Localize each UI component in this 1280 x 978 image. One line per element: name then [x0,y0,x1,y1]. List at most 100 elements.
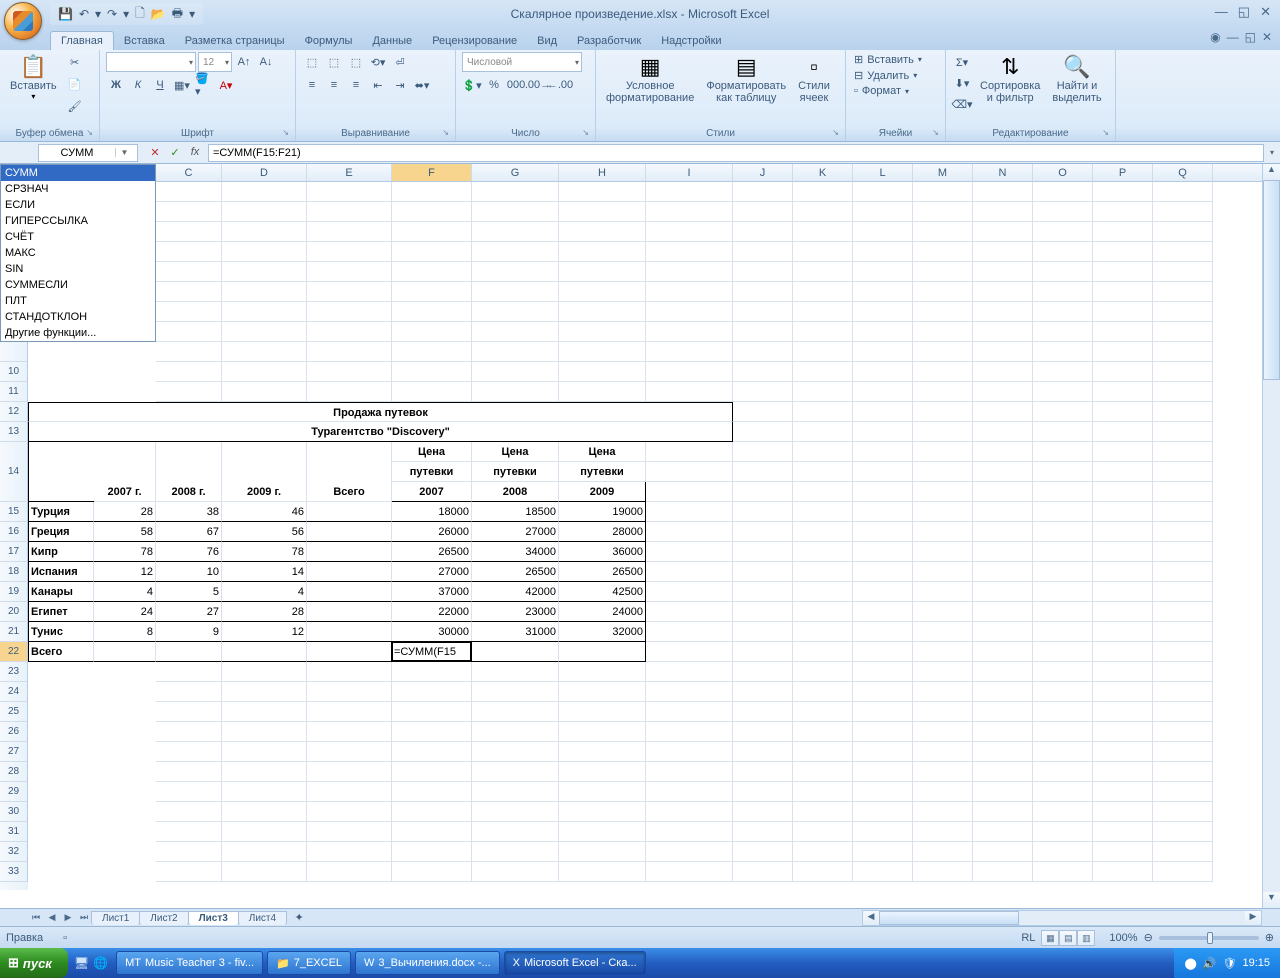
cell[interactable] [307,322,392,342]
cell[interactable] [973,562,1033,582]
row-29[interactable]: 29 [0,782,28,802]
row-11[interactable]: 11 [0,382,28,402]
align-top-icon[interactable]: ⬚ [302,52,322,72]
cell[interactable]: 5 [156,582,222,602]
cell[interactable] [1033,342,1093,362]
cell[interactable] [1153,362,1213,382]
cell[interactable] [1093,622,1153,642]
cell[interactable]: Кипр [28,542,94,562]
cell[interactable] [1093,742,1153,762]
col-Q[interactable]: Q [1153,164,1213,181]
cell[interactable] [1093,582,1153,602]
cell[interactable] [307,522,392,542]
cell[interactable] [853,702,913,722]
cell[interactable] [646,722,733,742]
cell[interactable] [853,482,913,502]
cell[interactable]: 18500 [472,502,559,522]
cell[interactable] [1153,262,1213,282]
cell[interactable] [307,742,392,762]
row-16[interactable]: 16 [0,522,28,542]
autosum-icon[interactable]: Σ▾ [952,52,972,72]
cell[interactable] [733,822,793,842]
cell[interactable] [1093,602,1153,622]
cell[interactable]: Испания [28,562,94,582]
cell[interactable] [472,182,559,202]
start-button[interactable]: пуск [0,948,68,978]
cell[interactable]: 23000 [472,602,559,622]
cell[interactable] [913,462,973,482]
cell[interactable] [913,842,973,862]
cell[interactable] [853,642,913,662]
cell[interactable]: Греция [28,522,94,542]
cell[interactable] [646,562,733,582]
cell[interactable] [156,182,222,202]
cell[interactable] [793,782,853,802]
cell[interactable] [1153,802,1213,822]
font-size-combo[interactable]: 12 [198,52,232,72]
row-22[interactable]: 22 [0,642,28,662]
cell[interactable] [973,202,1033,222]
cell[interactable] [973,742,1033,762]
cell[interactable] [1153,302,1213,322]
cell[interactable]: путевки [392,462,472,482]
comma-icon[interactable]: 000 [506,75,526,95]
cell[interactable] [222,662,307,682]
cell[interactable] [793,442,853,462]
cell[interactable]: 42000 [472,582,559,602]
cell[interactable] [1093,362,1153,382]
cell[interactable] [1033,722,1093,742]
cell[interactable] [646,542,733,562]
cell[interactable] [392,282,472,302]
ql-desktop-icon[interactable]: 🖥 [74,956,89,970]
cell[interactable] [913,742,973,762]
cell[interactable] [1093,202,1153,222]
tab-review[interactable]: Рецензирование [422,32,527,50]
cell[interactable] [472,802,559,822]
sheet-tab[interactable]: Лист1 [91,911,140,925]
cell[interactable] [307,782,392,802]
cell[interactable] [392,222,472,242]
cell[interactable] [472,842,559,862]
cell[interactable]: 46 [222,502,307,522]
tray-icon[interactable]: 🔊 [1203,957,1217,970]
cell[interactable] [392,662,472,682]
cell[interactable]: 30000 [392,622,472,642]
cell[interactable] [913,302,973,322]
cell[interactable] [1033,402,1093,422]
cell[interactable]: 76 [156,542,222,562]
cell[interactable] [1033,562,1093,582]
cell[interactable]: Всего [307,482,392,502]
formula-expand-icon[interactable]: ▾ [1264,148,1280,157]
cell[interactable] [646,842,733,862]
cell[interactable] [156,742,222,762]
cell[interactable] [156,302,222,322]
cell[interactable] [646,222,733,242]
cell[interactable] [222,182,307,202]
cell[interactable] [1093,522,1153,542]
cell[interactable]: Египет [28,602,94,622]
cell[interactable] [853,862,913,882]
cell[interactable] [793,202,853,222]
cell[interactable] [793,262,853,282]
cell[interactable] [733,202,793,222]
cell[interactable] [222,762,307,782]
cell[interactable] [1153,762,1213,782]
cell[interactable] [793,702,853,722]
row-26[interactable]: 26 [0,722,28,742]
cell[interactable] [973,242,1033,262]
cell[interactable] [793,482,853,502]
cell[interactable] [793,722,853,742]
insert-cells-button[interactable]: ⊞Вставить [852,52,924,67]
cell[interactable] [733,742,793,762]
cell[interactable] [1093,642,1153,662]
cell[interactable] [1093,762,1153,782]
cell[interactable] [156,222,222,242]
col-F[interactable]: F [392,164,472,181]
cell[interactable] [973,222,1033,242]
cell[interactable] [793,282,853,302]
cell[interactable] [646,622,733,642]
cell[interactable] [913,822,973,842]
cell[interactable] [853,722,913,742]
cell[interactable] [472,782,559,802]
cell[interactable] [853,222,913,242]
